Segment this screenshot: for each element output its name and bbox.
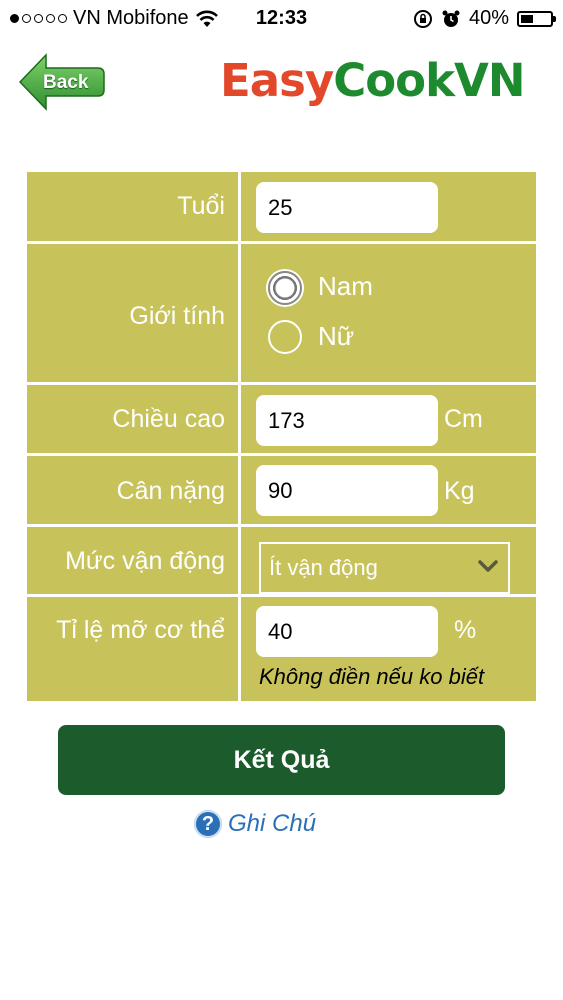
status-right: 40% [413,7,556,30]
battery-icon [517,10,556,27]
bodyfat-hint: Không điền nếu ko biết [259,664,485,689]
status-bar: VN Mobifone 12:33 40% [0,0,563,36]
height-unit: Cm [444,405,483,433]
activity-select[interactable]: Ít vận động [259,542,510,594]
row-divider [27,524,536,527]
height-value: 173 [268,407,305,433]
row-divider [27,453,536,456]
gender-female-radio[interactable] [268,320,302,354]
logo-easy: Easy [220,54,334,107]
rotation-lock-icon [413,9,432,28]
battery-percent: 40% [468,7,509,29]
chevron-down-icon [478,560,498,572]
note-label: Ghi Chú [228,810,317,837]
back-button[interactable]: Back [18,52,106,112]
bodyfat-value: 40 [268,618,293,644]
row-divider [27,594,536,597]
age-value: 25 [268,194,293,220]
gender-label: Giới tính [129,302,225,330]
gender-female-label[interactable]: Nữ [318,321,354,352]
height-input[interactable]: 173 [256,395,438,446]
weight-label: Cân nặng [116,477,225,505]
logo-cookvn: CookVN [333,54,525,107]
note-link[interactable]: ? Ghi Chú [194,810,316,838]
row-divider [27,241,536,244]
alarm-icon [442,10,460,27]
help-icon: ? [194,810,222,838]
app-logo: EasyCookVN [220,58,526,103]
weight-value: 90 [268,477,293,503]
activity-label: Mức vận động [65,547,225,575]
weight-unit: Kg [444,477,475,505]
result-button-label: Kết Quả [233,745,330,774]
gender-male-radio[interactable] [268,271,302,305]
bodyfat-unit: % [454,616,477,644]
activity-value: Ít vận động [269,555,378,580]
back-label: Back [43,72,89,93]
column-divider [238,172,241,701]
height-label: Chiều cao [112,405,225,433]
age-label: Tuổi [177,192,225,220]
bodyfat-input[interactable]: 40 [256,606,438,657]
bodyfat-label: Tỉ lệ mỡ cơ thể [56,616,225,644]
age-input[interactable]: 25 [256,182,438,233]
row-divider [27,382,536,385]
result-button[interactable]: Kết Quả [58,725,505,795]
bmi-form: Tuổi 25 Giới tính Nam Nữ Chiều cao 173 C… [27,172,536,701]
gender-male-label[interactable]: Nam [318,271,373,302]
weight-input[interactable]: 90 [256,465,438,516]
